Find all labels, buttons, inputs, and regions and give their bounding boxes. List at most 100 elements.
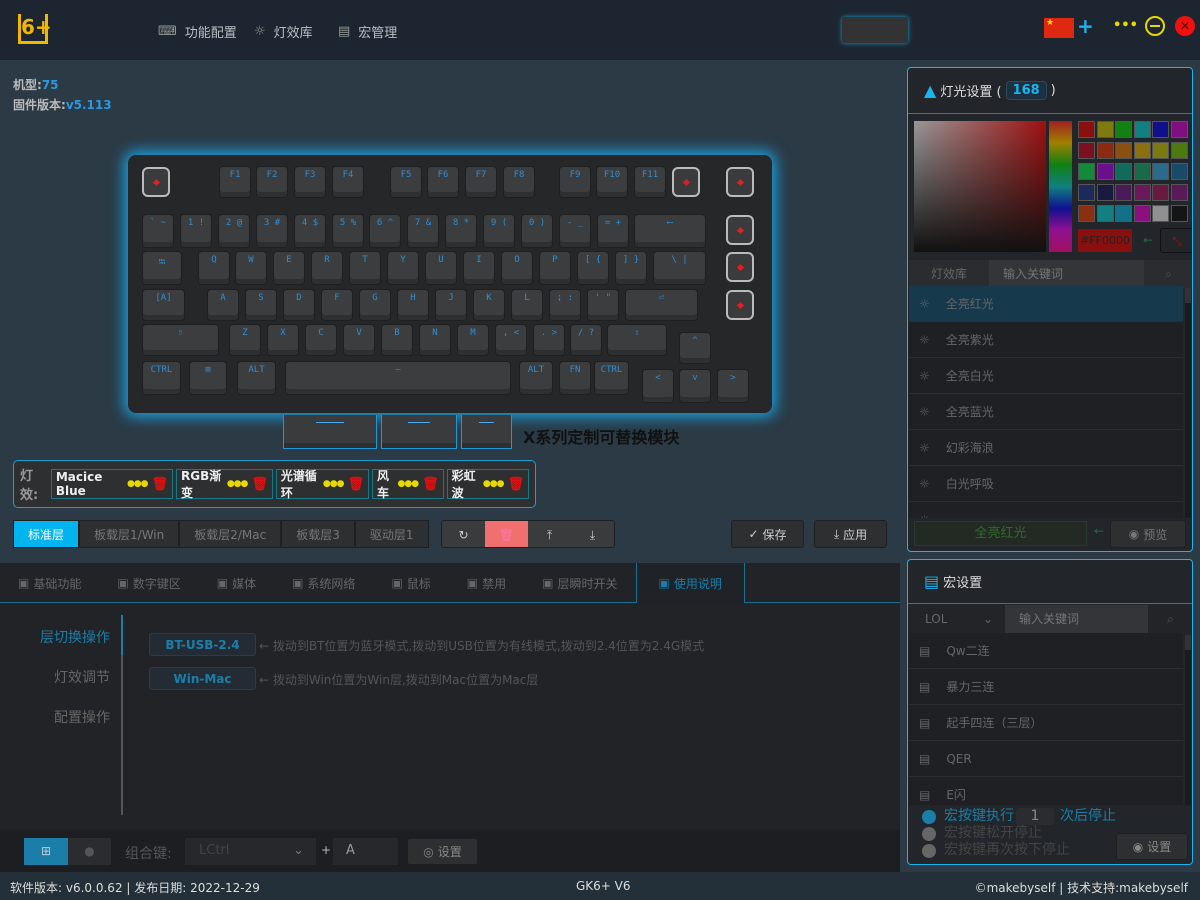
key[interactable]: v: [680, 370, 710, 402]
key[interactable]: D: [284, 290, 314, 320]
knob-key[interactable]: [726, 290, 754, 320]
color-swatch[interactable]: [1078, 142, 1095, 159]
key[interactable]: / ?: [571, 325, 601, 355]
key[interactable]: ⇧: [143, 325, 218, 355]
export-button[interactable]: ⤒: [528, 521, 571, 547]
combo-key-input[interactable]: A: [333, 838, 398, 865]
color-swatch[interactable]: [1133, 163, 1151, 180]
effect-chip[interactable]: 彩虹波 ●●● 🗑: [446, 469, 529, 500]
macro-set-button[interactable]: ◉ 设置: [1116, 833, 1188, 860]
nav-light-library[interactable]: ☼ 灯效库: [254, 20, 313, 42]
key[interactable]: F9: [560, 167, 590, 197]
color-swatch[interactable]: [1078, 163, 1095, 180]
color-swatch[interactable]: [1133, 205, 1151, 222]
key[interactable]: F5: [391, 167, 421, 197]
macro-search-input[interactable]: [1005, 605, 1148, 633]
key[interactable]: = +: [598, 215, 628, 247]
tab-2[interactable]: ▣ 媒体: [199, 563, 274, 603]
tab-5[interactable]: ▣ 禁用: [449, 563, 524, 603]
more-icon[interactable]: ●●●: [127, 479, 149, 489]
option-press-again[interactable]: 宏按键再次按下停止: [922, 842, 1116, 859]
color-swatch[interactable]: [1096, 142, 1114, 159]
key[interactable]: [ {: [578, 252, 608, 284]
search-icon[interactable]: ⌕: [1144, 260, 1192, 288]
trash-icon[interactable]: 🗑: [422, 477, 439, 492]
key[interactable]: ; :: [550, 290, 580, 320]
hue-slider[interactable]: [1049, 121, 1072, 252]
tab-1[interactable]: ▣ 数字键区: [99, 563, 198, 603]
more-icon[interactable]: ●●●: [323, 479, 345, 489]
light-effect-item[interactable]: ☼ 全亮蓝光: [909, 394, 1183, 430]
option-release[interactable]: 宏按键松开停止: [922, 825, 1116, 842]
color-swatch[interactable]: [1171, 121, 1188, 138]
key[interactable]: >: [718, 370, 748, 402]
module-key[interactable]: [381, 415, 457, 449]
key[interactable]: F2: [257, 167, 287, 197]
radio-unchecked[interactable]: [922, 843, 936, 858]
tab-4[interactable]: ▣ 鼠标: [373, 563, 448, 603]
key[interactable]: F7: [466, 167, 496, 197]
key[interactable]: F4: [333, 167, 363, 197]
light-effect-item[interactable]: ☼ 全亮白光: [909, 358, 1183, 394]
key[interactable]: ] }: [616, 252, 646, 284]
guide-menu-config[interactable]: 配置操作: [0, 707, 110, 727]
macro-item[interactable]: ▤ QER: [909, 741, 1183, 777]
radio-checked[interactable]: [922, 809, 936, 824]
color-swatch[interactable]: [1152, 121, 1170, 138]
color-swatch[interactable]: [1171, 205, 1188, 222]
light-effect-item[interactable]: ☼ 幻彩海浪: [909, 430, 1183, 466]
close-button[interactable]: ✕: [1175, 16, 1195, 36]
key[interactable]: CTRL: [595, 362, 628, 394]
macro-item[interactable]: ▤ Qw二连: [909, 633, 1183, 669]
guide-menu-light[interactable]: 灯效调节: [0, 667, 110, 687]
knob-key[interactable]: [726, 167, 754, 197]
macro-item[interactable]: ▤ E闪: [909, 777, 1183, 805]
key[interactable]: G: [360, 290, 390, 320]
key[interactable]: ALT: [238, 362, 275, 394]
key[interactable]: FN: [560, 362, 590, 394]
windows-toggle[interactable]: ⊞: [24, 838, 68, 865]
add-device-button[interactable]: +: [1077, 14, 1094, 38]
key[interactable]: F10: [597, 167, 627, 197]
key[interactable]: C: [306, 325, 336, 355]
key[interactable]: K: [474, 290, 504, 320]
color-swatch[interactable]: [1133, 184, 1151, 201]
key[interactable]: <: [643, 370, 673, 402]
layer-tab[interactable]: 板载层3: [281, 520, 355, 548]
key[interactable]: F3: [295, 167, 325, 197]
more-button[interactable]: •••: [1113, 18, 1138, 33]
color-swatch[interactable]: [1152, 142, 1170, 159]
effect-chip[interactable]: 光谱循环 ●●● 🗑: [275, 469, 369, 500]
key[interactable]: S: [246, 290, 276, 320]
effect-chip[interactable]: 风车 ●●● 🗑: [371, 469, 444, 500]
key[interactable]: Y: [388, 252, 418, 284]
key[interactable]: CTRL: [143, 362, 180, 394]
macro-item[interactable]: ▤ 暴力三连: [909, 669, 1183, 705]
color-picker-area[interactable]: [914, 121, 1046, 252]
preview-button[interactable]: ◉ 预览: [1110, 520, 1186, 548]
nav-macro-manage[interactable]: ▤ 宏管理: [338, 20, 397, 42]
key[interactable]: ⭾: [143, 252, 181, 284]
color-swatch[interactable]: [1152, 205, 1170, 222]
save-button[interactable]: ✓ 保存: [731, 520, 804, 548]
layer-tab[interactable]: 标准层: [13, 520, 80, 548]
key[interactable]: V: [344, 325, 374, 355]
layer-tab[interactable]: 板载层1/Win: [79, 520, 180, 548]
key[interactable]: F11: [635, 167, 665, 197]
key[interactable]: L: [512, 290, 542, 320]
game-select[interactable]: LOL ⌄: [909, 605, 1005, 633]
key[interactable]: Q: [199, 252, 229, 284]
key[interactable]: 2 @: [219, 215, 249, 247]
key[interactable]: J: [436, 290, 466, 320]
color-swatch[interactable]: [1078, 184, 1095, 201]
key[interactable]: - _: [560, 215, 590, 247]
key[interactable]: N: [420, 325, 450, 355]
trash-icon[interactable]: 🗑: [251, 477, 268, 492]
color-swatch[interactable]: [1115, 121, 1133, 138]
key[interactable]: I: [464, 252, 494, 284]
tab-6[interactable]: ▣ 层瞬时开关: [524, 563, 635, 603]
key[interactable]: ⊞: [190, 362, 226, 394]
delete-button[interactable]: 🗑: [485, 521, 528, 547]
light-effect-item[interactable]: ☼: [909, 502, 1183, 518]
key[interactable]: W: [236, 252, 266, 284]
